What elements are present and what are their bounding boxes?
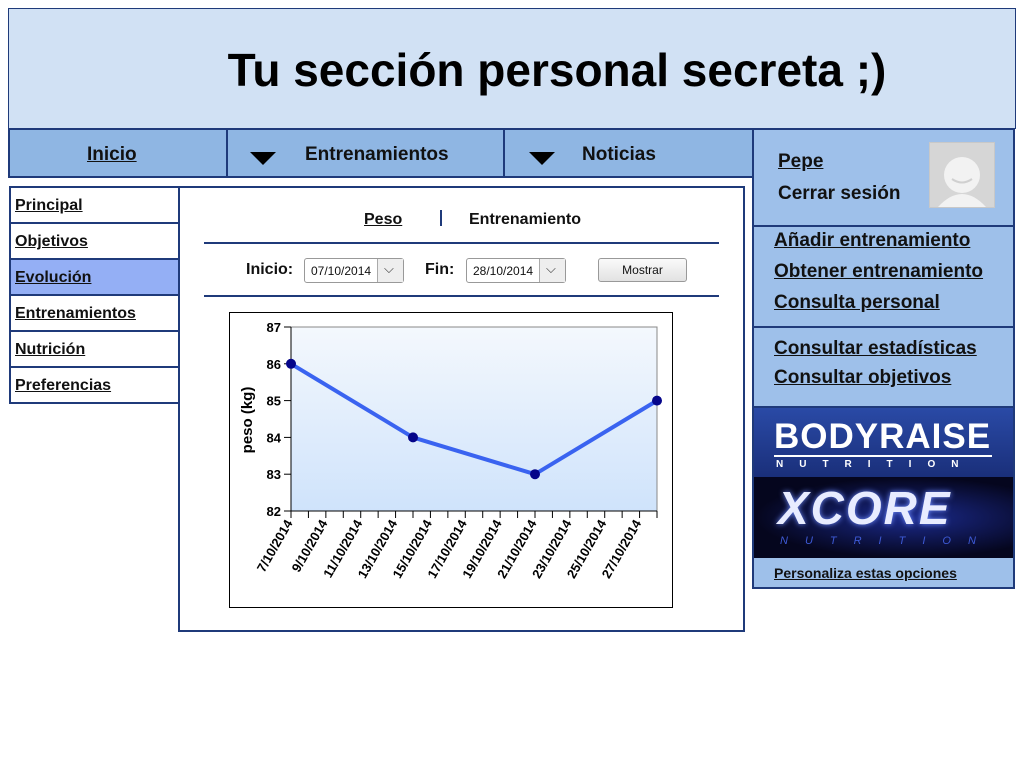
y-tick-label: 84 (267, 430, 282, 445)
main-panel: Peso Entrenamiento Inicio: 07/10/2014 ⌵ … (178, 186, 745, 632)
banner-rule (774, 455, 992, 457)
fin-date-select[interactable]: 28/10/2014 ⌵ (466, 258, 566, 283)
leftnav-item-label[interactable]: Entrenamientos (15, 305, 136, 323)
data-point (652, 395, 662, 406)
date-dropdown-button[interactable]: ⌵ (539, 259, 565, 282)
xcore-logo: XCORE (778, 482, 952, 534)
stats-panel: Consultar estadísticas Consultar objetiv… (754, 328, 1013, 408)
data-point (408, 432, 418, 443)
leftnav-item-label[interactable]: Objetivos (15, 233, 88, 251)
dropdown-arrow-icon[interactable] (250, 152, 276, 165)
weight-chart: peso (kg) 82 83 84 85 86 87 7/10/2014 9/10/2014… (229, 312, 673, 608)
inicio-label: Inicio: (246, 261, 294, 278)
divider (204, 295, 719, 297)
right-sidebar: Pepe Cerrar sesión Añadir entrenamiento … (752, 128, 1015, 589)
page-title: Tu sección personal secreta ;) (227, 44, 887, 96)
y-tick-label: 83 (267, 467, 281, 482)
top-navigation: Inicio Entrenamientos Noticias (8, 128, 754, 178)
chevron-down-icon[interactable]: ⌵ (546, 261, 556, 277)
leftnav-item-principal[interactable]: Principal (11, 188, 180, 224)
leftnav-item-nutricion[interactable]: Nutrición (11, 332, 180, 368)
personaliza-panel: Personaliza estas opciones (754, 558, 1013, 589)
link-consulta-personal[interactable]: Consulta personal (774, 292, 940, 314)
leftnav-item-label[interactable]: Nutrición (15, 341, 85, 359)
fin-date-value: 28/10/2014 (473, 264, 534, 278)
tab-entrenamiento[interactable]: Entrenamiento (469, 211, 581, 229)
y-tick-label: 87 (267, 320, 281, 335)
tab-divider (440, 210, 442, 226)
page-header: Tu sección personal secreta ;) (8, 8, 1016, 129)
mostrar-button[interactable]: Mostrar (598, 258, 687, 282)
bodyraise-logo: BODYRAISE (774, 417, 992, 456)
leftnav-item-label[interactable]: Evolución (15, 269, 91, 287)
nav-inicio[interactable]: Inicio (10, 130, 228, 176)
nav-inicio-label[interactable]: Inicio (87, 144, 137, 166)
dropdown-arrow-icon[interactable] (529, 152, 555, 165)
user-name-link[interactable]: Pepe (778, 151, 823, 173)
leftnav-item-label[interactable]: Principal (15, 197, 83, 215)
logout-link[interactable]: Cerrar sesión (778, 183, 901, 205)
xcore-banner[interactable]: XCORE NUTRITION (754, 477, 1013, 558)
date-dropdown-button[interactable]: ⌵ (377, 259, 403, 282)
plot-area (290, 326, 658, 512)
link-personaliza[interactable]: Personaliza estas opciones (774, 565, 957, 581)
link-consultar-objetivos[interactable]: Consultar objetivos (774, 367, 951, 389)
left-navigation: Principal Objetivos Evolución Entrenamie… (9, 186, 180, 404)
link-consultar-estadisticas[interactable]: Consultar estadísticas (774, 338, 977, 360)
inicio-date-select[interactable]: 07/10/2014 ⌵ (304, 258, 404, 283)
actions-panel: Añadir entrenamiento Obtener entrenamien… (754, 227, 1013, 328)
bodyraise-sub: NUTRITION (776, 459, 975, 470)
xcore-sub: NUTRITION (780, 535, 993, 547)
leftnav-item-preferencias[interactable]: Preferencias (11, 368, 180, 404)
nav-noticias-label[interactable]: Noticias (582, 144, 656, 166)
nav-entrenamientos-label[interactable]: Entrenamientos (305, 144, 449, 166)
leftnav-item-evolucion[interactable]: Evolución (11, 260, 180, 296)
leftnav-item-objetivos[interactable]: Objetivos (11, 224, 180, 260)
nav-entrenamientos[interactable]: Entrenamientos (228, 130, 505, 176)
y-tick-label: 85 (267, 394, 281, 409)
avatar-icon (930, 143, 994, 207)
tab-peso[interactable]: Peso (364, 211, 402, 229)
y-tick-label: 82 (267, 504, 281, 519)
bodyraise-banner[interactable]: BODYRAISE NUTRITION (754, 408, 1013, 477)
divider (204, 242, 719, 244)
chevron-down-icon[interactable]: ⌵ (384, 261, 394, 277)
leftnav-item-entrenamientos[interactable]: Entrenamientos (11, 296, 180, 332)
data-point (530, 469, 540, 480)
y-axis-label: peso (kg) (239, 387, 256, 454)
fin-label: Fin: (425, 261, 455, 278)
link-obtener-entrenamiento[interactable]: Obtener entrenamiento (774, 261, 983, 283)
data-point (286, 358, 296, 369)
avatar (929, 142, 995, 208)
user-panel: Pepe Cerrar sesión (754, 130, 1013, 227)
weight-chart-svg: peso (kg) 8283848586877/10/20149/10/2014… (239, 320, 662, 581)
inicio-date-value: 07/10/2014 (311, 264, 372, 278)
nav-noticias[interactable]: Noticias (505, 130, 754, 176)
link-anadir-entrenamiento[interactable]: Añadir entrenamiento (774, 230, 970, 252)
leftnav-item-label[interactable]: Preferencias (15, 377, 111, 395)
y-tick-label: 86 (267, 357, 281, 372)
